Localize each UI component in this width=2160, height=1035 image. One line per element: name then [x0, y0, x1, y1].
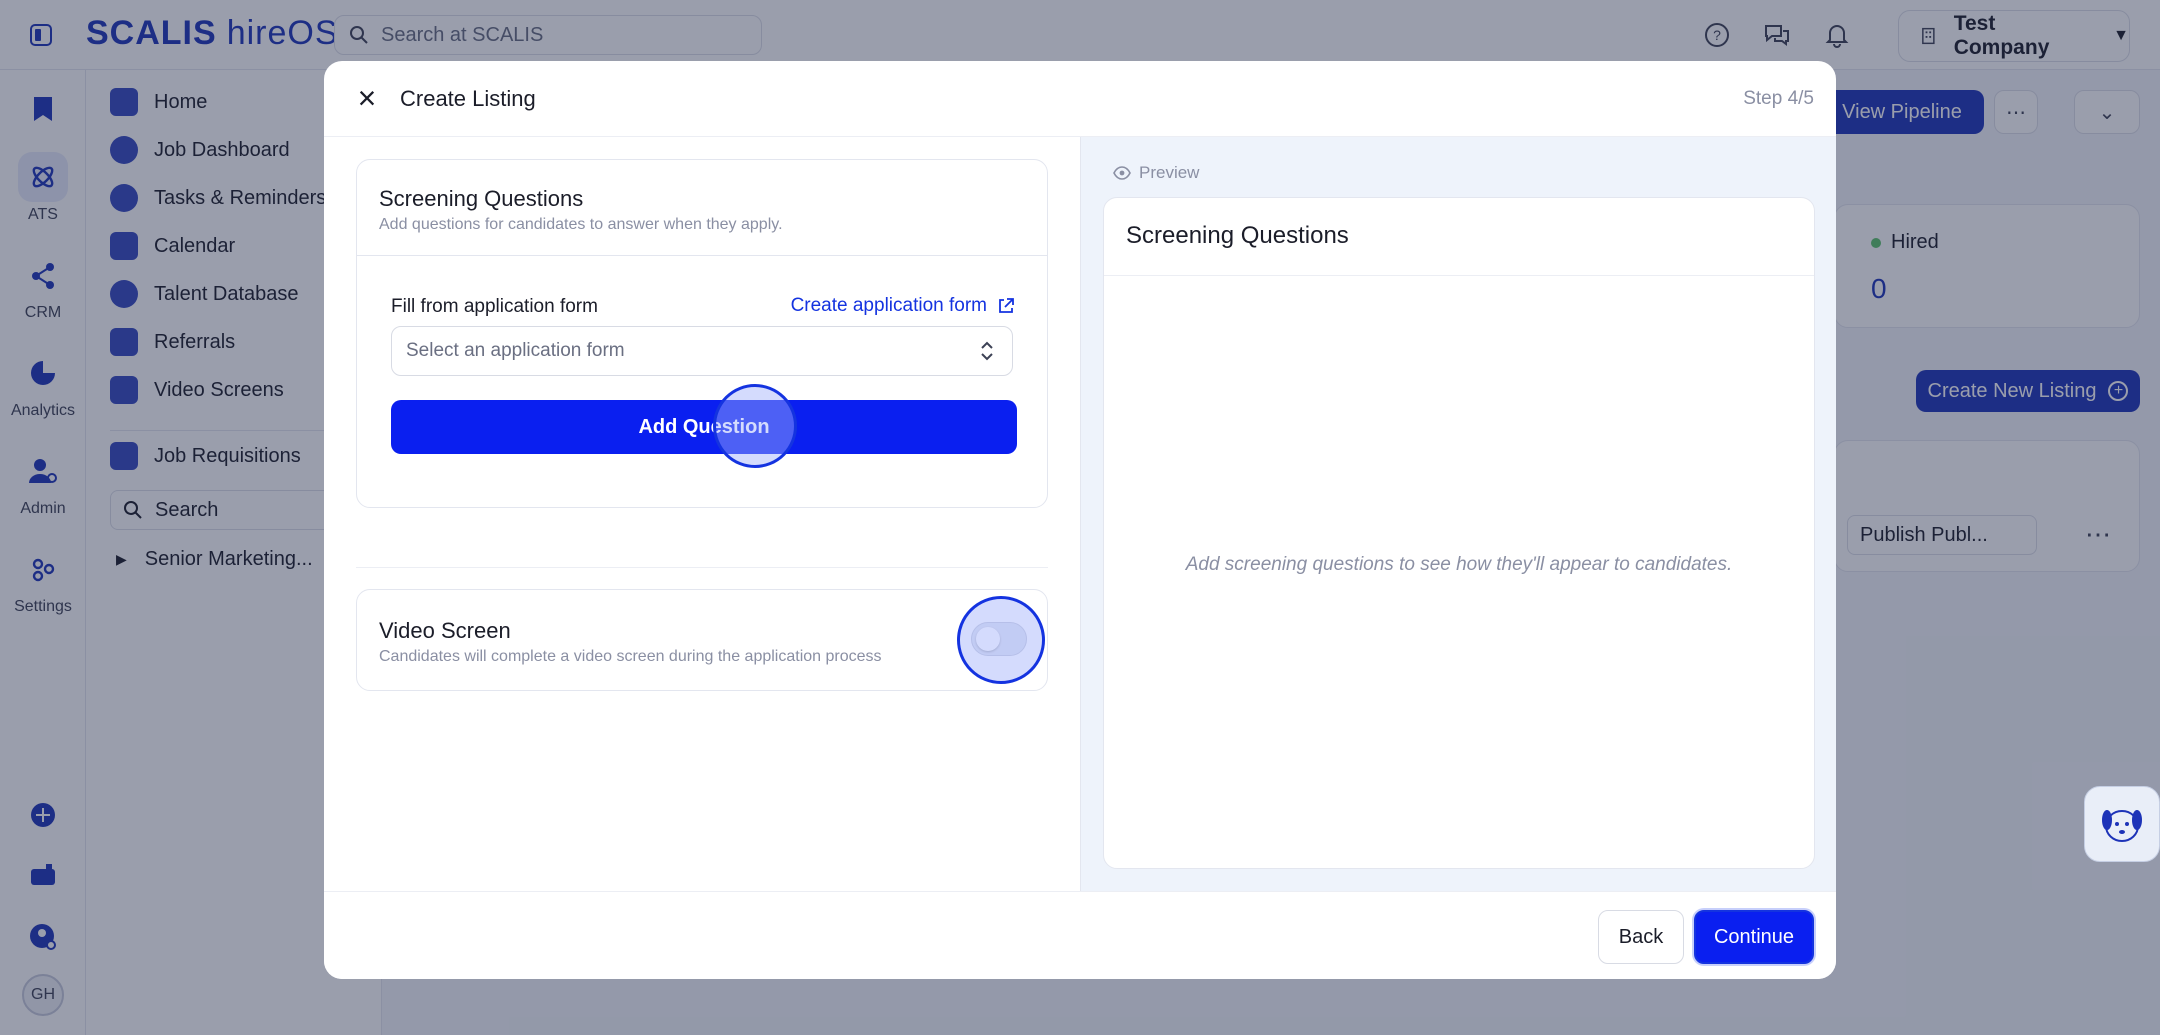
assistant-dog-icon[interactable]	[2084, 786, 2160, 862]
video-screen-title: Video Screen	[379, 618, 511, 643]
modal-title: Create Listing	[400, 86, 536, 111]
preview-card-header: Screening Questions	[1104, 198, 1814, 276]
click-indicator	[957, 596, 1045, 684]
modal-footer: Back Continue	[324, 891, 1836, 979]
video-screen-subtitle: Candidates will complete a video screen …	[379, 648, 882, 665]
create-application-form-link[interactable]: Create application form	[791, 295, 1015, 317]
step-indicator: Step 4/5	[1743, 88, 1814, 109]
section-subtitle: Add questions for candidates to answer w…	[379, 216, 783, 233]
preview-pane: Preview Screening Questions Add screenin…	[1080, 137, 1836, 891]
eye-icon	[1113, 166, 1131, 180]
screening-questions-card: Screening Questions Add questions for ca…	[356, 159, 1048, 508]
section-divider	[356, 567, 1048, 568]
close-icon[interactable]: ×	[350, 81, 384, 115]
form-pane: Screening Questions Add questions for ca…	[324, 137, 1080, 891]
application-form-select[interactable]: Select an application form	[391, 326, 1013, 376]
continue-button[interactable]: Continue	[1694, 910, 1814, 964]
updown-chevron-icon	[981, 341, 993, 361]
add-question-button[interactable]: Add Question	[391, 400, 1017, 454]
screening-card-header: Screening Questions Add questions for ca…	[357, 160, 1047, 256]
modal-header: × Create Listing Step 4/5	[324, 61, 1836, 137]
preview-empty-state: Add screening questions to see how they'…	[1185, 554, 1733, 575]
click-indicator	[713, 384, 797, 468]
create-listing-modal: × Create Listing Step 4/5 Screening Ques…	[324, 61, 1836, 979]
fill-from-form-label: Fill from application form	[391, 296, 598, 317]
video-screen-card: Video Screen Candidates will complete a …	[356, 589, 1048, 691]
external-link-icon	[999, 298, 1014, 313]
preview-title: Screening Questions	[1126, 222, 1349, 249]
section-title: Screening Questions	[379, 186, 584, 211]
back-button[interactable]: Back	[1598, 910, 1684, 964]
preview-label: Preview	[1113, 163, 1199, 183]
preview-card: Screening Questions Add screening questi…	[1103, 197, 1815, 869]
